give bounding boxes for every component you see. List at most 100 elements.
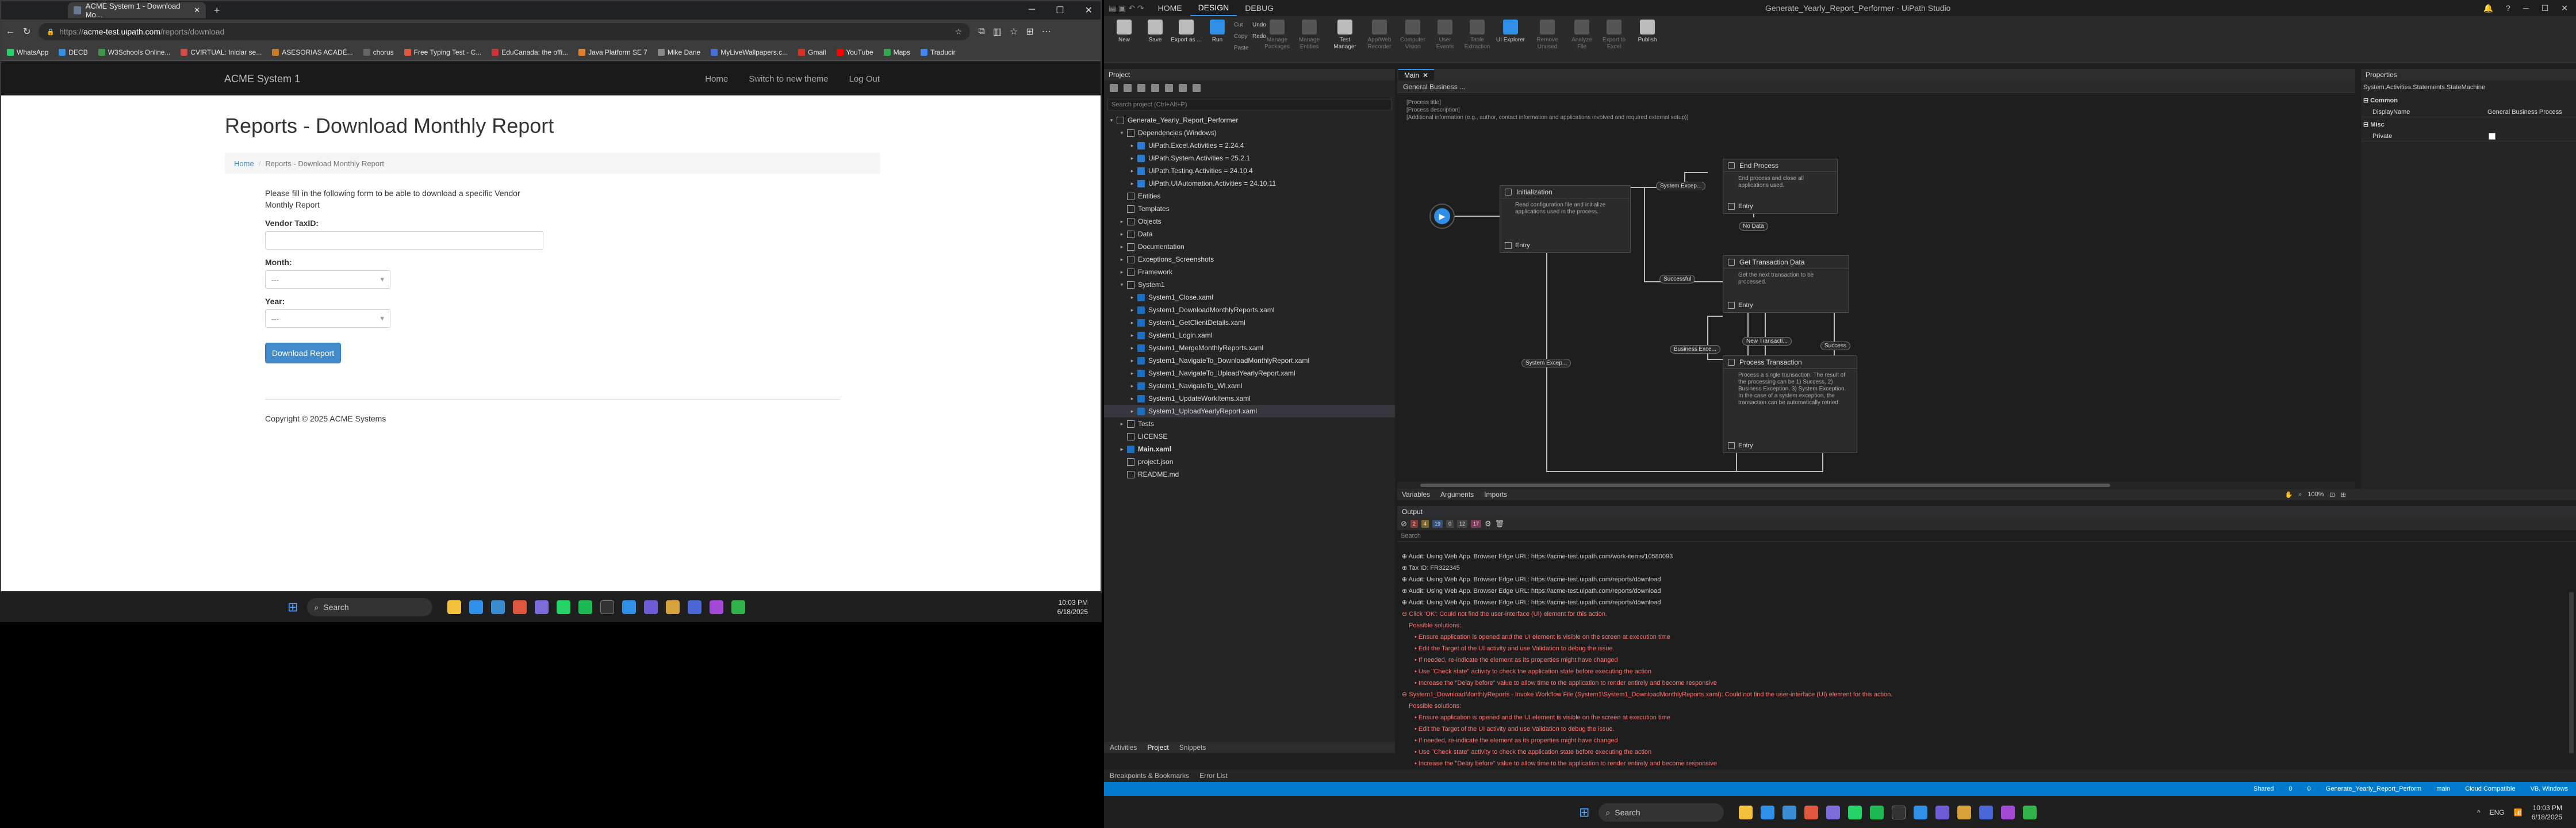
- bookmark-item[interactable]: MyLiveWallpapers.c...: [711, 48, 788, 56]
- status-item[interactable]: 0: [2307, 785, 2311, 792]
- tree-item[interactable]: ▸ System1_DownloadMonthlyReports.xaml: [1104, 304, 1395, 316]
- java-icon[interactable]: [1957, 806, 1972, 819]
- transition-successful[interactable]: Successful: [1659, 275, 1696, 283]
- tree-item[interactable]: ▸ UiPath.UIAutomation.Activities = 24.10.…: [1104, 177, 1395, 190]
- tree-item[interactable]: ▸ Exceptions_Screenshots: [1104, 253, 1395, 266]
- output-error-line[interactable]: ⊖ System1_DownloadMonthlyReports - Invok…: [1402, 689, 2552, 700]
- bookmark-item[interactable]: Mike Dane: [657, 48, 700, 56]
- refresh-icon[interactable]: [1137, 84, 1145, 92]
- windows-start-icon[interactable]: ⊞: [1579, 805, 1589, 820]
- split-screen-icon[interactable]: ▥: [993, 26, 1002, 37]
- output-info-line[interactable]: ⊕ Audit: Using Web App. Browser Edge URL…: [1402, 574, 2552, 585]
- vendor-taxid-input[interactable]: [265, 231, 543, 250]
- transition-new-transaction[interactable]: New Transacti...: [1742, 337, 1792, 346]
- expand-chevron-icon[interactable]: ▸: [1128, 408, 1136, 415]
- help-icon[interactable]: ?: [2506, 3, 2510, 13]
- filter-trace[interactable]: 0: [1446, 520, 1454, 528]
- bookmark-item[interactable]: WhatsApp: [7, 48, 48, 56]
- settings-icon[interactable]: [1179, 84, 1187, 92]
- expand-chevron-icon[interactable]: ▾: [1107, 117, 1116, 124]
- year-select[interactable]: --- ▾: [265, 309, 390, 328]
- expand-chevron-icon[interactable]: ▸: [1128, 320, 1136, 326]
- filter-errors[interactable]: 2: [1410, 520, 1418, 528]
- expand-chevron-icon[interactable]: ▸: [1128, 370, 1136, 377]
- expand-chevron-icon[interactable]: ▸: [1118, 256, 1126, 263]
- tree-item[interactable]: Templates: [1104, 202, 1395, 215]
- bookmark-item[interactable]: YouTube: [836, 48, 873, 56]
- tree-item[interactable]: ▸ Framework: [1104, 266, 1395, 278]
- expand-chevron-icon[interactable]: ▸: [1118, 218, 1126, 225]
- new-tab-icon[interactable]: +: [214, 5, 220, 17]
- ribbon-button-manage-packages[interactable]: Manage Packages: [1262, 18, 1293, 51]
- expand-chevron-icon[interactable]: ▸: [1128, 307, 1136, 313]
- status-item[interactable]: 0: [2289, 785, 2293, 792]
- whatsapp-icon[interactable]: [1848, 806, 1862, 819]
- minimize-icon[interactable]: ─: [2523, 3, 2529, 13]
- state-get-transaction-data[interactable]: Get Transaction Data Get the next transa…: [1723, 255, 1849, 313]
- ribbon-small-redo[interactable]: Redo: [1252, 33, 1266, 40]
- edge-icon[interactable]: [469, 600, 484, 614]
- output-error-line[interactable]: ⊖ Click 'OK': Could not find the user-in…: [1402, 608, 2552, 620]
- back-icon[interactable]: ←: [6, 26, 15, 37]
- spotify-icon[interactable]: [1870, 806, 1884, 819]
- state-process-transaction[interactable]: Process Transaction Process a single tra…: [1723, 355, 1857, 453]
- imports-tab[interactable]: Imports: [1484, 490, 1507, 499]
- ribbon-button-new[interactable]: New: [1109, 18, 1140, 44]
- state-end-process[interactable]: End Process End process and close all ap…: [1723, 159, 1838, 214]
- filter-verbose[interactable]: 12: [1456, 520, 1467, 528]
- state-entry[interactable]: Entry: [1505, 242, 1530, 249]
- designer-scrollbar[interactable]: [1397, 482, 2355, 489]
- tree-item[interactable]: ▸ UiPath.Testing.Activities = 24.10.4: [1104, 164, 1395, 177]
- arguments-tab[interactable]: Arguments: [1440, 490, 1474, 499]
- menu-tab-home[interactable]: HOME: [1150, 0, 1190, 16]
- minimize-icon[interactable]: ─: [1029, 5, 1035, 16]
- terminal-icon[interactable]: [1892, 806, 1906, 819]
- tree-item[interactable]: ▸ Main.xaml: [1104, 443, 1395, 455]
- expand-chevron-icon[interactable]: ▸: [1128, 143, 1136, 149]
- favorites-icon[interactable]: ☆: [1010, 26, 1018, 37]
- visual-studio-icon[interactable]: [644, 600, 658, 614]
- show-all-files-icon[interactable]: [1165, 84, 1173, 92]
- address-bar[interactable]: 🔒 https:// acme-test.uipath.com /reports…: [39, 23, 971, 40]
- discord-icon[interactable]: [1826, 806, 1841, 819]
- output-error-line[interactable]: • Edit the Target of the UI activity and…: [1402, 723, 2552, 735]
- tree-item[interactable]: ▸ System1_Login.xaml: [1104, 329, 1395, 342]
- output-info-line[interactable]: ⊕ Audit: Using Web App. Browser Edge URL…: [1402, 551, 2552, 562]
- expand-chevron-icon[interactable]: ▾: [1118, 130, 1126, 136]
- ribbon-button-app-web-recorder[interactable]: App/Web Recorder: [1364, 18, 1395, 51]
- close-window-icon[interactable]: ✕: [2561, 3, 2568, 13]
- language-indicator[interactable]: ENG: [2490, 808, 2505, 817]
- clear-output-icon[interactable]: ⊘: [1401, 519, 1407, 528]
- favorite-star-icon[interactable]: ☆: [955, 27, 963, 37]
- expand-chevron-icon[interactable]: ▸: [1118, 446, 1126, 453]
- tree-item[interactable]: ▸ UiPath.Excel.Activities = 2.24.4: [1104, 139, 1395, 152]
- uipath-assistant-icon[interactable]: [731, 600, 746, 614]
- zoom-level[interactable]: 100%: [2307, 491, 2324, 498]
- taskbar-search[interactable]: ⌕ Search: [307, 598, 433, 616]
- ribbon-button-user-events[interactable]: User Events: [1429, 18, 1460, 51]
- edge-icon[interactable]: [1761, 806, 1775, 819]
- state-machine-start[interactable]: ▶: [1429, 204, 1455, 229]
- output-error-line[interactable]: • Increase the "Delay before" value to a…: [1402, 677, 2552, 689]
- system-clock[interactable]: 10:03 PM 6/18/2025: [2532, 803, 2562, 822]
- tree-item[interactable]: ▾ Generate_Yearly_Report_Performer: [1104, 114, 1395, 126]
- output-info-line[interactable]: ⊕ Audit: Using Web App. Browser Edge URL…: [1402, 585, 2552, 597]
- properties-category-common[interactable]: ⊟ Common: [2363, 97, 2398, 104]
- output-info-line[interactable]: ⊕ Audit: Using Web App. Browser Edge URL…: [1402, 597, 2552, 608]
- bookmark-item[interactable]: Traducir: [921, 48, 956, 56]
- brave-icon[interactable]: [1804, 806, 1819, 819]
- close-tab-icon[interactable]: ✕: [194, 6, 200, 15]
- ribbon-button-manage-entities[interactable]: Manage Entities: [1294, 18, 1325, 51]
- app-icon[interactable]: [710, 600, 724, 614]
- tree-item[interactable]: ▸ System1_MergeMonthlyReports.xaml: [1104, 342, 1395, 354]
- property-value[interactable]: General Business Process: [2487, 109, 2562, 116]
- variables-tab[interactable]: Variables: [1402, 490, 1430, 499]
- expand-chevron-icon[interactable]: ▸: [1128, 294, 1136, 301]
- tree-item[interactable]: project.json: [1104, 455, 1395, 468]
- expand-chevron-icon[interactable]: ▸: [1118, 244, 1126, 250]
- reload-icon[interactable]: ↻: [23, 26, 30, 37]
- ribbon-button-publish[interactable]: Publish: [1632, 18, 1663, 44]
- bookmark-item[interactable]: Java Platform SE 7: [578, 48, 647, 56]
- tree-item[interactable]: ▸ Tests: [1104, 417, 1395, 430]
- output-error-line[interactable]: • Use "Check state" activity to check th…: [1402, 666, 2552, 677]
